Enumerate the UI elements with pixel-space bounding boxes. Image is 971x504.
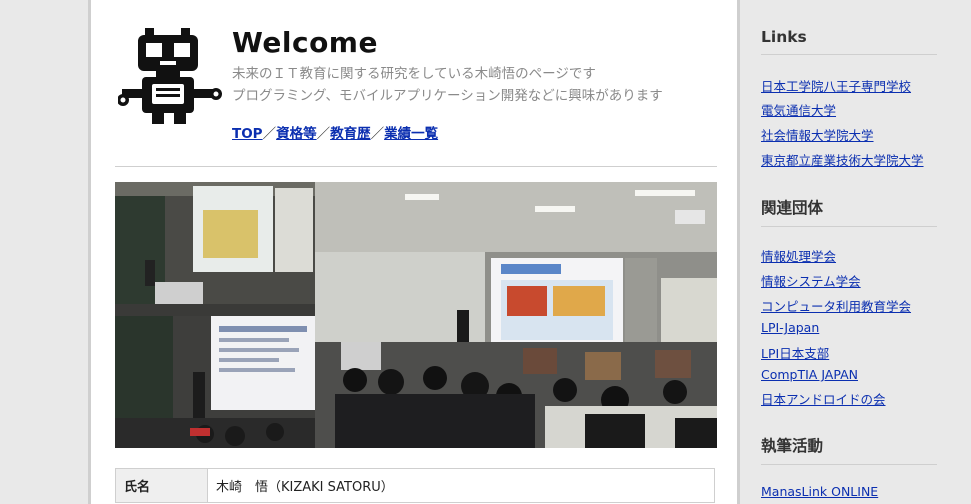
profile-name-value: 木崎 悟（KIZAKI SATORU） [207, 468, 715, 503]
nav-separator: ／ [262, 126, 277, 142]
sidebar-link[interactable]: 情報システム学会 [761, 271, 861, 290]
sidebar-link[interactable]: ManasLink ONLINE [761, 484, 878, 499]
sidebar: Links 日本工学院八王子専門学校 電気通信大学 社会情報大学院大学 東京都立… [761, 0, 941, 504]
nav-qualifications-link[interactable]: 資格等 [276, 126, 317, 142]
sidebar-link[interactable]: 日本工学院八王子専門学校 [761, 76, 911, 95]
subtitle-line-2: プログラミング、モバイルアプリケーション開発などに興味があります [232, 88, 663, 104]
sidebar-heading-writing: 執筆活動 [761, 434, 937, 465]
sidebar-link[interactable]: 東京都立産業技術大学院大学 [761, 150, 924, 169]
header-divider [115, 166, 717, 167]
main-nav: TOP／資格等／教育歴／業績一覧 [232, 122, 438, 142]
page-title: Welcome [232, 26, 378, 59]
sidebar-link[interactable]: 日本アンドロイドの会 [761, 389, 886, 408]
classroom-photo [115, 182, 717, 448]
robot-icon [118, 28, 222, 124]
nav-achievements-link[interactable]: 業績一覧 [384, 126, 438, 142]
main-content: Welcome 未来のＩＴ教育に関する研究をしている木崎悟のページです プログラ… [88, 0, 740, 504]
nav-separator: ／ [370, 126, 385, 142]
sidebar-link[interactable]: CompTIA JAPAN [761, 367, 858, 382]
sidebar-link[interactable]: 社会情報大学院大学 [761, 125, 874, 144]
sidebar-link[interactable]: 情報処理学会 [761, 246, 836, 265]
sidebar-link[interactable]: 電気通信大学 [761, 100, 836, 119]
table-row: 氏名 木崎 悟（KIZAKI SATORU） [115, 468, 715, 503]
nav-separator: ／ [316, 126, 331, 142]
subtitle-line-1: 未来のＩＴ教育に関する研究をしている木崎悟のページです [232, 66, 596, 82]
sidebar-link[interactable]: LPI日本支部 [761, 343, 829, 362]
nav-teaching-history-link[interactable]: 教育歴 [330, 126, 371, 142]
sidebar-heading-links: Links [761, 28, 937, 55]
profile-table: 氏名 木崎 悟（KIZAKI SATORU） [115, 468, 715, 503]
nav-top-link[interactable]: TOP [232, 126, 263, 142]
sidebar-link[interactable]: コンピュータ利用教育学会 [761, 296, 911, 315]
sidebar-link[interactable]: LPI-Japan [761, 320, 819, 335]
profile-name-label: 氏名 [115, 468, 208, 503]
sidebar-heading-organizations: 関連団体 [761, 196, 937, 227]
